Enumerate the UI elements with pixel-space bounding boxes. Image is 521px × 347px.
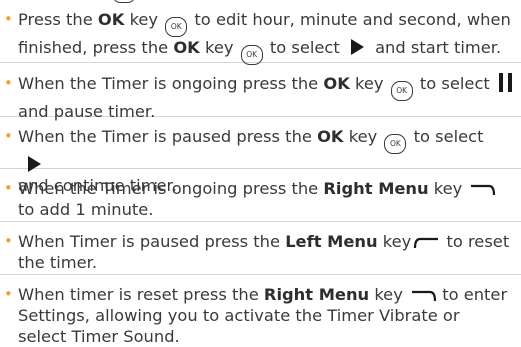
instruction-text: to add 1 minute.	[18, 200, 154, 219]
ok-key-name: OK	[323, 74, 350, 93]
instruction-item-add-minute: • When the Timer is ongoing press the Ri…	[0, 169, 521, 222]
instruction-page: • Press the OK key OK to edit hour, minu…	[0, 0, 521, 346]
left-menu-key-icon	[414, 237, 439, 249]
bullet: •	[4, 285, 13, 303]
right-menu-key-icon	[412, 290, 437, 302]
bullet: •	[4, 127, 13, 145]
ok-key-icon: OK	[165, 17, 188, 37]
instruction-text: to select	[414, 74, 495, 93]
instruction-text: key	[124, 10, 164, 29]
instruction-text: key	[377, 232, 412, 251]
bullet: •	[4, 232, 13, 250]
instruction-text: When the Timer is ongoing press the	[18, 179, 324, 198]
instruction-text: When timer is reset press the	[18, 285, 264, 304]
instruction-text: and start timer.	[369, 38, 502, 57]
instruction-text: to select	[264, 38, 345, 57]
instruction-text: When Timer is paused press the	[18, 232, 286, 251]
bullet: •	[4, 179, 13, 197]
right-menu-key-name: Right Menu	[323, 179, 429, 198]
bullet: •	[4, 10, 13, 28]
ok-key-icon: OK	[384, 134, 407, 154]
timer-instructions-list: • Press the OK key OK to edit hour, minu…	[0, 9, 521, 347]
instruction-item-settings: • When timer is reset press the Right Me…	[0, 275, 521, 347]
right-menu-key-name: Right Menu	[263, 285, 370, 304]
left-menu-key-name: Left Menu	[285, 232, 378, 251]
instruction-text: to select	[408, 127, 484, 146]
ok-key-icon: OK	[390, 81, 413, 101]
instruction-text: key	[369, 285, 409, 304]
instruction-item-pause-timer: • When the Timer is ongoing press the OK…	[0, 63, 521, 121]
instruction-item-reset-timer: • When Timer is paused press the Left Me…	[0, 222, 521, 275]
instruction-text: key	[199, 38, 239, 57]
bullet: •	[4, 74, 13, 92]
ok-key-name: OK	[317, 127, 344, 146]
ok-key-icon-partial	[112, 0, 136, 3]
pause-icon	[498, 73, 513, 92]
instruction-text: key	[349, 74, 389, 93]
ok-key-name: OK	[97, 10, 125, 29]
instruction-text: key	[343, 127, 383, 146]
ok-key-name: OK	[173, 38, 200, 57]
instruction-text: Press the	[18, 10, 98, 29]
instruction-item-start-timer: • Press the OK key OK to edit hour, minu…	[0, 9, 521, 65]
right-menu-key-icon	[471, 184, 496, 196]
instruction-text: When the Timer is ongoing press the	[18, 74, 324, 93]
instruction-text: key	[428, 179, 468, 198]
play-icon	[350, 39, 364, 55]
instruction-item-continue-timer: • When the Timer is paused press the OK …	[0, 117, 521, 195]
ok-key-icon: OK	[240, 45, 263, 65]
instruction-text: When the Timer is paused press the	[18, 127, 318, 146]
